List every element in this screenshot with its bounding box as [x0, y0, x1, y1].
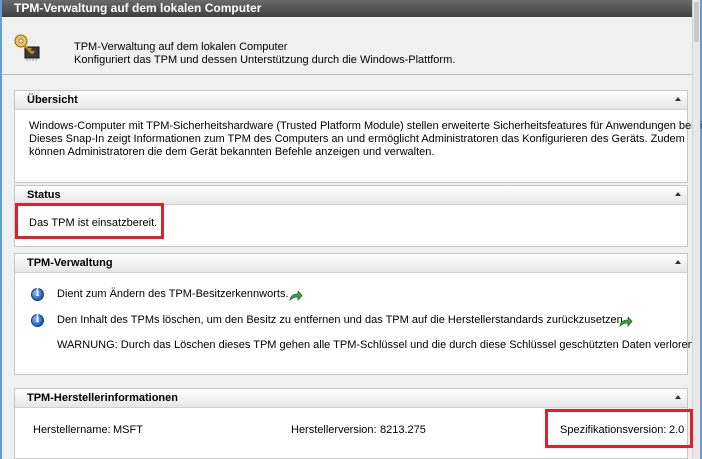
action-arrow-icon[interactable] [619, 317, 633, 327]
overview-line-1: Windows-Computer mit TPM-Sicherheitshard… [29, 120, 702, 132]
manufacturer-name-value: MSFT [113, 424, 143, 436]
window-title: TPM-Verwaltung auf dem lokalen Computer [2, 0, 692, 17]
manufacturer-version-value: 8213.275 [380, 424, 426, 436]
info-icon [31, 314, 44, 327]
section-title-overview: Übersicht [27, 94, 78, 106]
info-icon [31, 288, 44, 301]
collapse-arrow-icon[interactable] [675, 192, 681, 196]
warning-text: WARNUNG: Durch das Löschen dieses TPM ge… [57, 339, 697, 351]
section-header-overview[interactable]: Übersicht [15, 91, 687, 110]
section-overview: Übersicht Windows-Computer mit TPM-Siche… [14, 90, 702, 183]
content-area: Übersicht Windows-Computer mit TPM-Siche… [2, 75, 702, 459]
section-title-management: TPM-Verwaltung [27, 257, 113, 269]
manufacturer-version-label: Herstellerversion: [291, 424, 377, 436]
manufacturer-name-label: Herstellername: [33, 424, 111, 436]
snapin-header: TPM-Verwaltung auf dem lokalen Computer … [2, 17, 692, 75]
section-header-manufacturer[interactable]: TPM-Herstellerinformationen [15, 389, 687, 408]
overview-line-2: Dieses Snap-In zeigt Informationen zum T… [29, 133, 685, 145]
action-arrow-icon[interactable] [289, 291, 303, 301]
header-description: Konfiguriert das TPM und dessen Unterstü… [74, 54, 456, 66]
section-management: TPM-Verwaltung Dient zum Ändern des TPM-… [14, 253, 697, 375]
section-title-manufacturer: TPM-Herstellerinformationen [27, 392, 178, 404]
header-title: TPM-Verwaltung auf dem lokalen Computer [74, 41, 288, 53]
clear-tpm-text: Den Inhalt des TPMs löschen, um den Besi… [57, 314, 626, 326]
collapse-arrow-icon[interactable] [675, 260, 681, 264]
highlight-box-spec-version [545, 409, 693, 448]
highlight-box-status [15, 203, 164, 239]
section-header-management[interactable]: TPM-Verwaltung [15, 254, 687, 273]
key-chip-icon [14, 34, 40, 61]
collapse-arrow-icon[interactable] [675, 97, 681, 101]
collapse-arrow-icon[interactable] [675, 395, 681, 399]
scrollbar-thumb[interactable] [694, 2, 699, 42]
change-owner-password-text: Dient zum Ändern des TPM-Besitzerkennwor… [57, 288, 289, 300]
overview-line-3: können Administratoren die dem Gerät bek… [29, 146, 435, 158]
vertical-scrollbar[interactable] [692, 0, 700, 459]
section-title-status: Status [27, 189, 61, 201]
